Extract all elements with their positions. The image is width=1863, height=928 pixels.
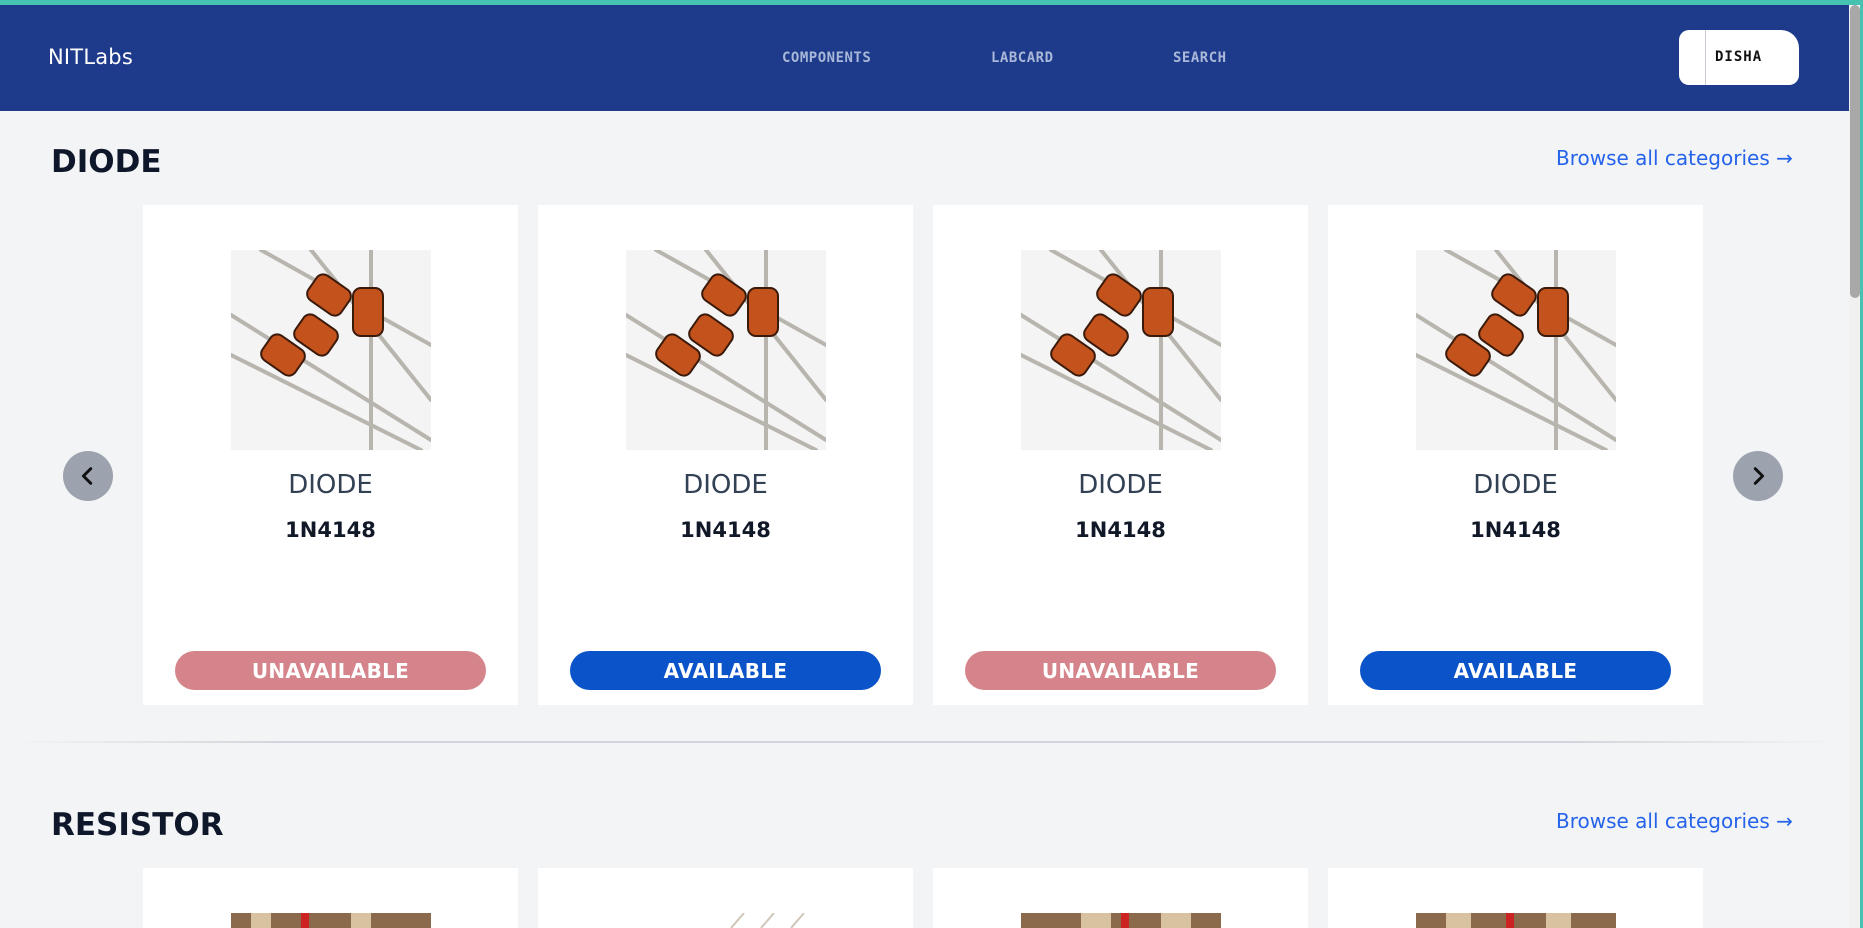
card-part-number: 1N4148 (1075, 518, 1166, 542)
browse-all-categories-link[interactable]: Browse all categories → (1556, 809, 1793, 833)
resistor-image (1021, 913, 1221, 928)
diode-image (231, 250, 431, 450)
resistor-image (626, 913, 826, 928)
carousel-prev-button[interactable] (63, 451, 113, 501)
component-card[interactable] (1328, 868, 1703, 928)
nav-link-search[interactable]: SEARCH (1173, 50, 1227, 66)
user-name: DISHA (1715, 49, 1763, 65)
status-available-button[interactable]: AVAILABLE (570, 651, 881, 690)
card-category: DIODE (1078, 470, 1163, 500)
card-category: DIODE (288, 470, 373, 500)
diode-image (1021, 250, 1221, 450)
user-menu-button[interactable]: DISHA (1679, 30, 1799, 85)
card-category: DIODE (683, 470, 768, 500)
component-card[interactable] (538, 868, 913, 928)
section-title-resistor: RESISTOR (51, 807, 224, 843)
component-card[interactable]: DIODE 1N4148 UNAVAILABLE (143, 205, 518, 705)
scrollbar-thumb[interactable] (1850, 5, 1860, 298)
status-available-button[interactable]: AVAILABLE (1360, 651, 1671, 690)
component-card[interactable]: DIODE 1N4148 UNAVAILABLE (933, 205, 1308, 705)
diode-image (1416, 250, 1616, 450)
chevron-right-icon (1753, 467, 1765, 485)
component-card[interactable] (143, 868, 518, 928)
status-unavailable-button[interactable]: UNAVAILABLE (965, 651, 1276, 690)
nav-link-labcard[interactable]: LABCARD (991, 50, 1054, 66)
nav-link-components[interactable]: COMPONENTS (782, 50, 871, 66)
card-part-number: 1N4148 (1470, 518, 1561, 542)
user-button-divider (1705, 30, 1706, 85)
carousel-next-button[interactable] (1733, 451, 1783, 501)
browse-all-categories-link[interactable]: Browse all categories → (1556, 146, 1793, 170)
component-card[interactable]: DIODE 1N4148 AVAILABLE (538, 205, 913, 705)
diode-image (626, 250, 826, 450)
navbar: NITLabs COMPONENTS LABCARD SEARCH DISHA (0, 5, 1849, 111)
section-title-diode: DIODE (51, 144, 162, 180)
resistor-image (1416, 913, 1616, 928)
component-card[interactable] (933, 868, 1308, 928)
card-category: DIODE (1473, 470, 1558, 500)
status-unavailable-button[interactable]: UNAVAILABLE (175, 651, 486, 690)
resistor-image (231, 913, 431, 928)
chevron-left-icon (81, 467, 93, 485)
section-divider (10, 741, 1840, 743)
card-part-number: 1N4148 (285, 518, 376, 542)
brand-logo[interactable]: NITLabs (48, 45, 133, 69)
component-card[interactable]: DIODE 1N4148 AVAILABLE (1328, 205, 1703, 705)
card-part-number: 1N4148 (680, 518, 771, 542)
